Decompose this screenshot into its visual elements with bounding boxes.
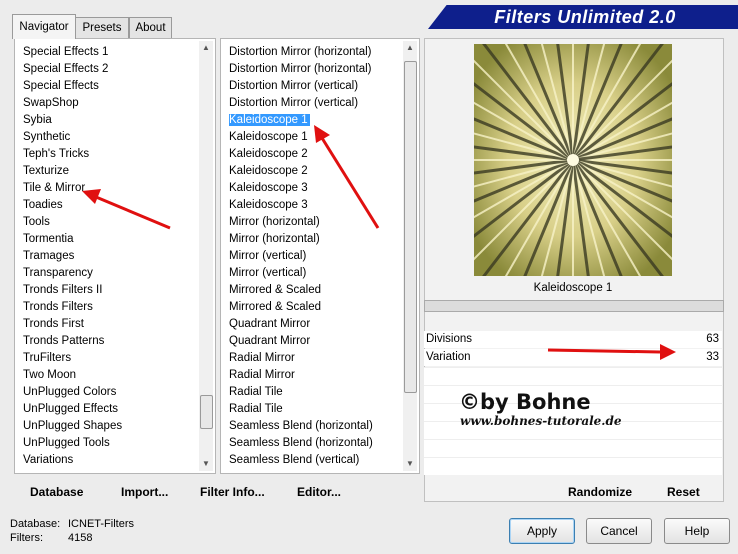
tab-navigator[interactable]: Navigator — [12, 14, 76, 39]
status-filters-label: Filters: — [10, 532, 43, 544]
status-database: Database: ICNET-Filters — [10, 518, 134, 530]
status-db-label: Database: — [10, 518, 61, 530]
help-button[interactable]: Help — [664, 518, 730, 544]
status-filters: Filters: 4158 — [10, 532, 92, 544]
cancel-button[interactable]: Cancel — [586, 518, 652, 544]
database-button[interactable]: Database — [30, 484, 83, 500]
apply-button[interactable]: Apply — [509, 518, 575, 544]
arrow-kaleidoscope-icon — [320, 137, 380, 229]
reset-button[interactable]: Reset — [667, 484, 700, 500]
status-filters-value: 4158 — [68, 532, 93, 544]
arrow-params-icon — [547, 348, 661, 354]
arrowhead-icon — [660, 344, 676, 360]
annotation-arrows — [82, 125, 676, 360]
import-button[interactable]: Import... — [121, 484, 168, 500]
arrow-tile-mirror-icon — [95, 195, 171, 230]
editor-button[interactable]: Editor... — [297, 484, 341, 500]
filter-info-button[interactable]: Filter Info... — [200, 484, 265, 500]
randomize-button[interactable]: Randomize — [568, 484, 632, 500]
status-db-value: ICNET-Filters — [68, 518, 134, 530]
